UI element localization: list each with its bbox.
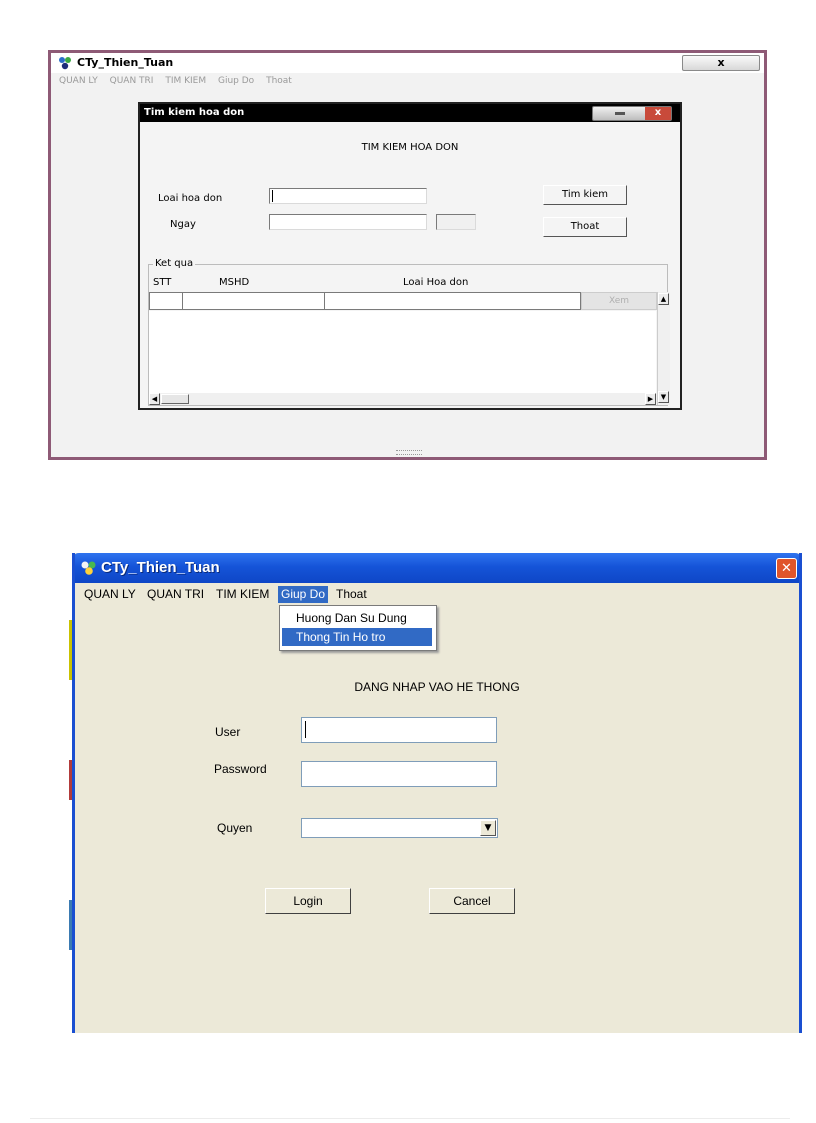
menu-thoat[interactable]: Thoat [333, 586, 370, 603]
column-header-stt: STT [153, 277, 172, 288]
stt-cell[interactable] [150, 293, 183, 309]
dropdown-arrow-icon[interactable]: ▼ [480, 820, 496, 836]
app-title-bar: CTy_Thien_Tuan x [51, 53, 764, 73]
menu-giup-do[interactable]: Giup Do [218, 76, 254, 86]
quyen-label: Quyen [217, 821, 253, 835]
minimize-icon[interactable] [615, 112, 625, 115]
close-icon[interactable]: ✕ [776, 558, 797, 579]
scroll-up-icon[interactable]: ▲ [658, 293, 669, 305]
user-label: User [215, 725, 241, 739]
xem-button[interactable]: Xem [581, 292, 657, 310]
menu-quan-ly[interactable]: QUAN LY [81, 586, 139, 603]
menu-quan-tri[interactable]: QUAN TRI [110, 76, 154, 86]
loai-hoa-don-label: Loai hoa don [158, 193, 223, 204]
login-heading: DANG NHAP VAO HE THONG [354, 680, 520, 694]
menu-quan-tri[interactable]: QUAN TRI [144, 586, 207, 603]
results-input-row[interactable] [149, 292, 581, 310]
dialog-heading: TIM KIEM HOA DON [361, 142, 459, 153]
app-title: CTy_Thien_Tuan [101, 559, 220, 576]
menu-thoat[interactable]: Thoat [266, 76, 292, 86]
text-caret [272, 190, 273, 202]
search-invoice-screenshot: CTy_Thien_Tuan x QUAN LY QUAN TRI TIM KI… [48, 50, 767, 460]
app-title: CTy_Thien_Tuan [77, 56, 174, 69]
user-input[interactable] [301, 717, 497, 743]
column-header-loai-hoa-don: Loai Hoa don [403, 277, 469, 288]
login-screenshot: CTy_Thien_Tuan ✕ QUAN LY QUAN TRI TIM KI… [72, 553, 802, 1033]
menu-tim-kiem[interactable]: TIM KIEM [165, 76, 206, 86]
scroll-left-icon[interactable]: ◀ [149, 393, 160, 405]
quyen-select[interactable]: ▼ [301, 818, 498, 838]
scroll-down-icon[interactable]: ▼ [658, 391, 669, 403]
menu-bar: QUAN LY QUAN TRI TIM KIEM Giup Do Thoat [75, 584, 799, 604]
results-list[interactable] [149, 311, 656, 405]
thoat-button[interactable]: Thoat [543, 217, 627, 237]
ngay-input[interactable] [269, 214, 427, 230]
dialog-title: Tim kiem hoa don [144, 107, 245, 118]
help-dropdown-menu: Huong Dan Su Dung Thong Tin Ho tro [279, 605, 437, 651]
cancel-button[interactable]: Cancel [429, 888, 515, 914]
close-icon[interactable]: x [682, 55, 760, 71]
resize-grip[interactable] [396, 450, 422, 455]
vertical-scrollbar[interactable]: ▲ ▼ [657, 292, 670, 405]
password-label: Password [214, 762, 267, 776]
horizontal-scrollbar[interactable]: ◀ ▶ [149, 393, 657, 405]
page-divider [30, 1118, 790, 1119]
app-icon [81, 561, 96, 575]
login-button[interactable]: Login [265, 888, 351, 914]
menu-giup-do[interactable]: Giup Do [278, 586, 329, 603]
menu-tim-kiem[interactable]: TIM KIEM [213, 586, 272, 603]
search-invoice-dialog: Tim kiem hoa don x TIM KIEM HOA DON Loai… [138, 102, 682, 410]
menu-quan-ly[interactable]: QUAN LY [59, 76, 98, 86]
column-header-mshd: MSHD [219, 277, 250, 288]
date-picker-button[interactable] [436, 214, 476, 230]
app-icon [59, 57, 71, 70]
menu-bar: QUAN LY QUAN TRI TIM KIEM Giup Do Thoat [59, 76, 301, 90]
password-input[interactable] [301, 761, 497, 787]
results-group: Ket qua STT MSHD Loai Hoa don Xem ▲ ▼ ◀ … [148, 258, 670, 406]
dialog-title-bar: Tim kiem hoa don x [140, 104, 680, 122]
tim-kiem-button[interactable]: Tim kiem [543, 185, 627, 205]
loai-hoa-don-input[interactable] [269, 188, 427, 204]
mshd-cell[interactable] [183, 293, 325, 309]
text-caret [305, 721, 306, 738]
dialog-window-controls: x [592, 106, 672, 121]
menu-item-huong-dan-su-dung[interactable]: Huong Dan Su Dung [282, 609, 432, 627]
scroll-right-icon[interactable]: ▶ [645, 393, 656, 405]
ngay-label: Ngay [170, 219, 196, 230]
dialog-close-icon[interactable]: x [645, 107, 671, 120]
app-title-bar: CTy_Thien_Tuan ✕ [75, 553, 799, 583]
results-legend: Ket qua [153, 258, 196, 269]
scroll-thumb[interactable] [161, 394, 189, 404]
menu-item-thong-tin-ho-tro[interactable]: Thong Tin Ho tro [282, 628, 432, 646]
